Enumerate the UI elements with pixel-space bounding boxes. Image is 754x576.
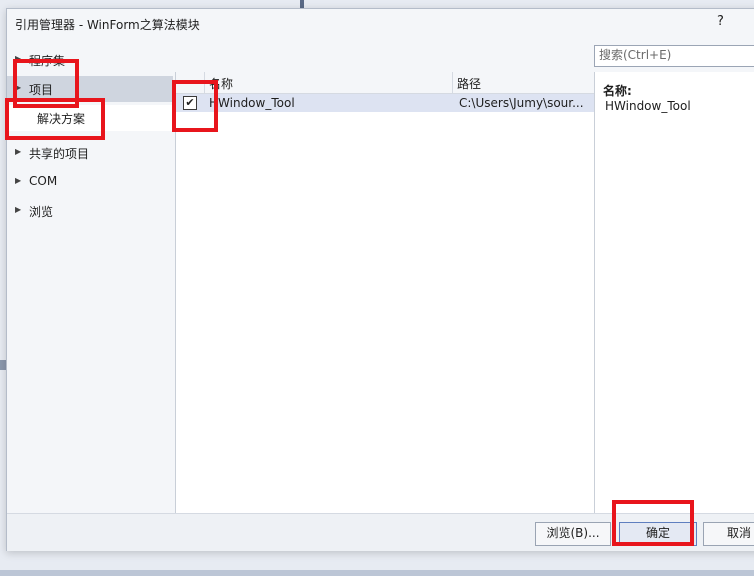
reference-list: 名称 路径 ✔ HWindow_Tool C:\Users\Jumy\sour.… (175, 72, 594, 513)
column-header-name[interactable]: 名称 (205, 72, 453, 94)
table-row[interactable]: ✔ HWindow_Tool C:\Users\Jumy\sour... (176, 94, 594, 112)
title-bar: 引用管理器 - WinForm之算法模块 ? (7, 9, 754, 39)
detail-name-value: HWindow_Tool (605, 99, 691, 113)
browse-button[interactable]: 浏览(B)... (535, 522, 611, 546)
nav-item-solution[interactable]: 解决方案 (7, 105, 173, 131)
nav-item-label: 解决方案 (37, 112, 86, 126)
nav-item-browse[interactable]: ▶ 浏览 (7, 198, 173, 224)
nav-item-label: 共享的项目 (29, 147, 90, 161)
expand-arrow-icon[interactable]: ▶ (15, 176, 21, 185)
dialog-title: 引用管理器 - WinForm之算法模块 (15, 18, 200, 32)
reference-name: HWindow_Tool (209, 96, 295, 110)
reference-path: C:\Users\Jumy\sour... (459, 96, 584, 110)
search-box[interactable] (594, 45, 754, 67)
help-button[interactable]: ? (717, 14, 724, 29)
reference-manager-dialog: 引用管理器 - WinForm之算法模块 ? ▶ 程序集 ▶ 项目 解决方案 ▶… (6, 8, 754, 551)
column-header-path[interactable]: 路径 (453, 72, 594, 94)
detail-name-label: 名称: (603, 84, 632, 98)
background-scroll-marker (300, 0, 304, 8)
column-header-path-label: 路径 (457, 77, 482, 91)
background-status-strip (0, 570, 754, 576)
expand-arrow-icon[interactable]: ▶ (15, 147, 21, 156)
cancel-button[interactable]: 取消 (703, 522, 754, 546)
nav-item-label: 程序集 (29, 54, 66, 68)
nav-item-label: 项目 (29, 83, 54, 97)
expand-arrow-icon[interactable]: ▶ (15, 83, 21, 92)
nav-item-com[interactable]: ▶ COM (7, 169, 173, 195)
button-bar: 浏览(B)... 确定 取消 (7, 513, 754, 551)
nav-item-label: COM (29, 174, 58, 188)
column-header-check (176, 72, 205, 94)
expand-arrow-icon[interactable]: ▶ (15, 205, 21, 214)
search-input[interactable] (595, 46, 754, 64)
nav-item-assemblies[interactable]: ▶ 程序集 (7, 47, 173, 73)
reference-checkbox[interactable]: ✔ (183, 96, 197, 110)
nav-item-shared-projects[interactable]: ▶ 共享的项目 (7, 140, 173, 166)
nav-item-projects[interactable]: ▶ 项目 (7, 76, 173, 102)
detail-pane: 名称: HWindow_Tool (594, 72, 754, 513)
column-header-name-label: 名称 (209, 77, 234, 91)
ok-button[interactable]: 确定 (619, 522, 697, 546)
left-navigation: ▶ 程序集 ▶ 项目 解决方案 ▶ 共享的项目 ▶ COM ▶ 浏览 (7, 43, 173, 513)
expand-arrow-icon[interactable]: ▶ (15, 54, 21, 63)
nav-item-label: 浏览 (29, 205, 54, 219)
